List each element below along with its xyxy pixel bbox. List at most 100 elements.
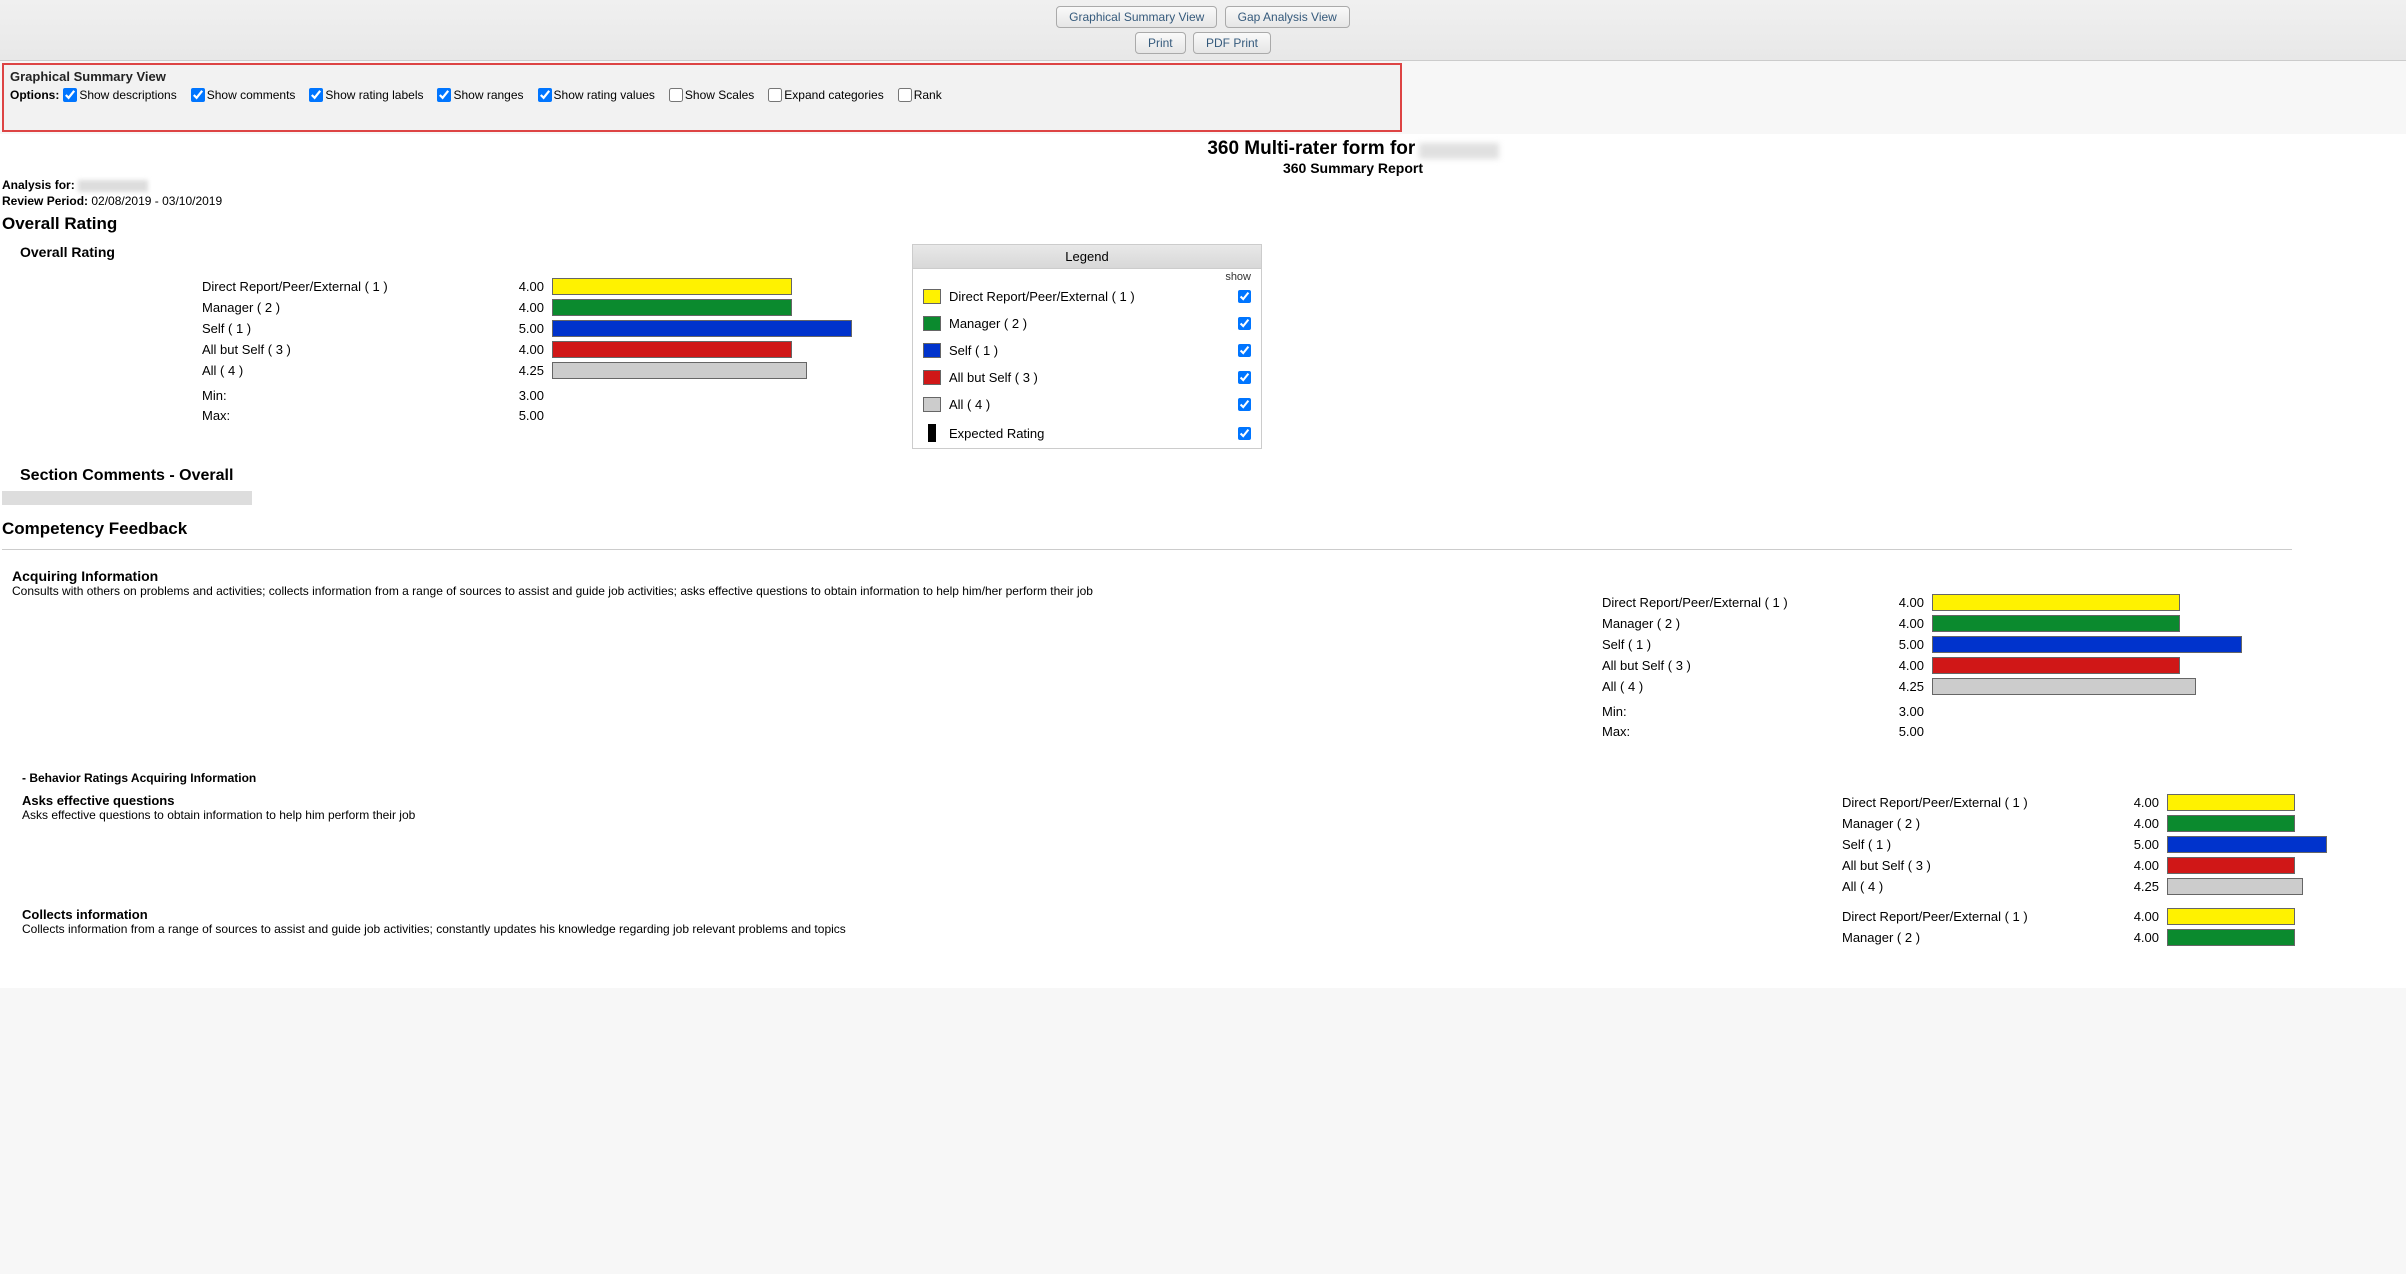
legend-item-label: Manager ( 2 ) — [949, 316, 1230, 331]
rating-value: 4.25 — [492, 363, 552, 378]
rating-value: 4.25 — [1882, 679, 1932, 694]
bar-track — [2167, 908, 2327, 925]
review-period-value: 02/08/2019 - 03/10/2019 — [91, 194, 222, 208]
bar-fill — [2167, 794, 2295, 811]
legend-toggle-checkbox[interactable] — [1238, 317, 1251, 330]
rating-value: 4.00 — [492, 342, 552, 357]
bar-track — [2167, 857, 2327, 874]
show-rating-labels-checkbox[interactable] — [309, 88, 323, 102]
rating-category-label: All but Self ( 3 ) — [1842, 858, 2117, 873]
rating-category-label: All but Self ( 3 ) — [202, 342, 492, 357]
legend-toggle-checkbox[interactable] — [1238, 344, 1251, 357]
overall-rating-chart: Direct Report/Peer/External ( 1 )4.00Man… — [202, 276, 852, 425]
bar-fill — [552, 299, 792, 316]
legend-row: Direct Report/Peer/External ( 1 ) — [913, 283, 1261, 310]
legend-item-label: Direct Report/Peer/External ( 1 ) — [949, 289, 1230, 304]
pdf-print-button[interactable]: PDF Print — [1193, 32, 1271, 54]
legend-item-label: Self ( 1 ) — [949, 343, 1230, 358]
max-label: Max: — [202, 408, 492, 423]
min-label: Min: — [1602, 704, 1882, 719]
bar-track — [2167, 929, 2327, 946]
legend-panel: Legend show Direct Report/Peer/External … — [912, 244, 1262, 449]
analysis-for-label: Analysis for: — [2, 178, 75, 192]
overall-rating-heading: Overall Rating — [2, 214, 2404, 234]
legend-row: All ( 4 ) — [913, 391, 1261, 418]
rating-category-label: All ( 4 ) — [202, 363, 492, 378]
rating-row: All ( 4 )4.25 — [1842, 876, 2404, 897]
review-period-label: Review Period: — [2, 194, 88, 208]
rating-category-label: Manager ( 2 ) — [1842, 816, 2117, 831]
show-ranges-label: Show ranges — [453, 88, 523, 102]
analysis-for-value-redacted — [78, 180, 148, 192]
rank-label: Rank — [914, 88, 942, 102]
show-scales-checkbox[interactable] — [669, 88, 683, 102]
rank-checkbox[interactable] — [898, 88, 912, 102]
legend-item-label: All ( 4 ) — [949, 397, 1230, 412]
rating-row: Self ( 1 )5.00 — [1842, 834, 2404, 855]
rating-row: Direct Report/Peer/External ( 1 )4.00 — [1842, 906, 2404, 927]
bar-track — [1932, 594, 2242, 611]
bar-track — [1932, 657, 2242, 674]
print-button[interactable]: Print — [1135, 32, 1186, 54]
legend-row: All but Self ( 3 ) — [913, 364, 1261, 391]
graphical-summary-view-button[interactable]: Graphical Summary View — [1056, 6, 1217, 28]
legend-row: Self ( 1 ) — [913, 337, 1261, 364]
max-value: 5.00 — [1882, 724, 1932, 739]
bar-fill — [2167, 836, 2327, 853]
rating-value: 4.00 — [492, 279, 552, 294]
expand-categories-checkbox[interactable] — [768, 88, 782, 102]
legend-toggle-checkbox[interactable] — [1238, 427, 1251, 440]
rating-row: All but Self ( 3 )4.00 — [202, 339, 852, 360]
max-value: 5.00 — [492, 408, 552, 423]
rating-value: 4.00 — [1882, 616, 1932, 631]
legend-show-label: show — [913, 269, 1261, 283]
rating-category-label: Manager ( 2 ) — [1602, 616, 1882, 631]
show-rating-values-checkbox[interactable] — [538, 88, 552, 102]
rating-category-label: All ( 4 ) — [1602, 679, 1882, 694]
rating-category-label: Direct Report/Peer/External ( 1 ) — [1842, 909, 2117, 924]
divider — [2, 549, 2292, 550]
show-comments-label: Show comments — [207, 88, 296, 102]
legend-toggle-checkbox[interactable] — [1238, 398, 1251, 411]
max-label: Max: — [1602, 724, 1882, 739]
rating-value: 4.00 — [2117, 816, 2167, 831]
bar-track — [2167, 794, 2327, 811]
bar-fill — [552, 362, 807, 379]
rating-category-label: All ( 4 ) — [1842, 879, 2117, 894]
show-descriptions-label: Show descriptions — [79, 88, 176, 102]
rating-row: Manager ( 2 )4.00 — [1842, 813, 2404, 834]
bar-fill — [1932, 657, 2180, 674]
collects-information-chart: Direct Report/Peer/External ( 1 )4.00Man… — [1842, 906, 2404, 948]
rating-value: 4.00 — [2117, 858, 2167, 873]
legend-swatch-grey — [923, 397, 941, 412]
gap-analysis-view-button[interactable]: Gap Analysis View — [1225, 6, 1350, 28]
legend-swatch-black — [928, 424, 936, 442]
options-panel-title: Graphical Summary View — [10, 69, 1394, 84]
rating-value: 5.00 — [492, 321, 552, 336]
rating-value: 5.00 — [1882, 637, 1932, 652]
options-label: Options: — [10, 88, 59, 102]
rating-value: 4.00 — [1882, 658, 1932, 673]
bar-track — [552, 341, 852, 358]
bar-track — [2167, 815, 2327, 832]
rating-row: Manager ( 2 )4.00 — [1842, 927, 2404, 948]
bar-track — [552, 278, 852, 295]
show-descriptions-checkbox[interactable] — [63, 88, 77, 102]
rating-row: Direct Report/Peer/External ( 1 )4.00 — [1842, 792, 2404, 813]
bar-track — [552, 362, 852, 379]
legend-item-label: Expected Rating — [949, 426, 1230, 441]
legend-swatch-yellow — [923, 289, 941, 304]
show-comments-checkbox[interactable] — [191, 88, 205, 102]
bar-track — [552, 320, 852, 337]
bar-fill — [2167, 908, 2295, 925]
bar-fill — [1932, 594, 2180, 611]
show-ranges-checkbox[interactable] — [437, 88, 451, 102]
competency-title-acquiring-information: Acquiring Information — [12, 568, 2404, 584]
legend-row: Manager ( 2 ) — [913, 310, 1261, 337]
min-value: 3.00 — [492, 388, 552, 403]
legend-toggle-checkbox[interactable] — [1238, 371, 1251, 384]
page-subtitle: 360 Summary Report — [302, 160, 2404, 176]
rating-category-label: Manager ( 2 ) — [202, 300, 492, 315]
legend-toggle-checkbox[interactable] — [1238, 290, 1251, 303]
bar-track — [552, 299, 852, 316]
